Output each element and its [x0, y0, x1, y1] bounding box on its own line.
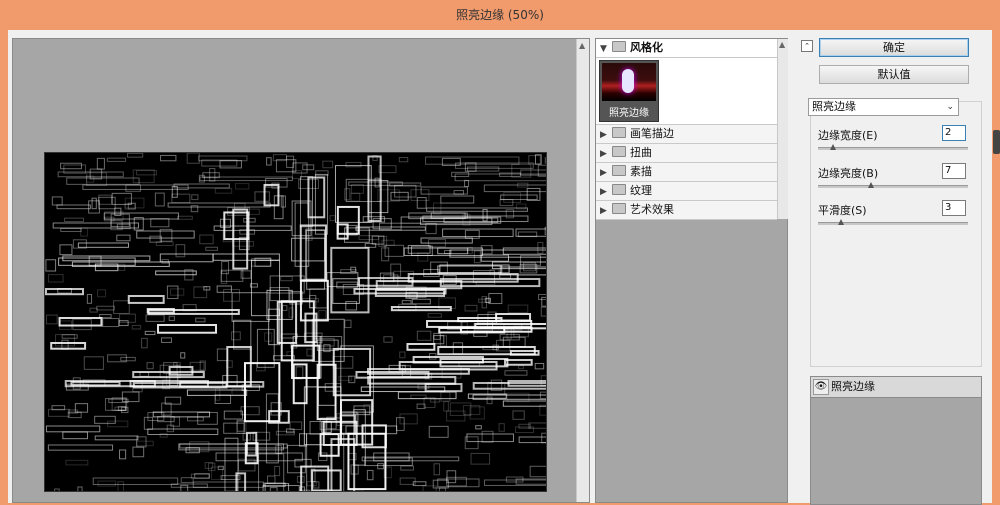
filter-gallery-dialog: ▲ ▼ 风格化 照亮边缘 ▶ 画笔描边 ▶ 扭曲 ▶ 素描 ▶ 纹理 ▶ 艺术效… [8, 30, 992, 505]
category-stylize[interactable]: ▼ 风格化 [596, 39, 777, 58]
gallery-scrollbar[interactable]: ▲ [777, 39, 788, 219]
edge-brightness-label: 边缘亮度(B) [818, 167, 879, 180]
category-texture[interactable]: ▶ 纹理 [596, 182, 777, 201]
filter-thumb-glowing-edges[interactable]: 照亮边缘 [599, 60, 659, 122]
edge-brightness-input[interactable]: 7 [942, 163, 966, 179]
scroll-up-icon[interactable]: ▲ [779, 40, 785, 49]
smoothness-input[interactable]: 3 [942, 200, 966, 216]
triangle-right-icon[interactable]: ▶ [600, 145, 610, 163]
folder-icon [612, 146, 626, 157]
window-title: 照亮边缘 (50%) [0, 0, 1000, 30]
preview-area[interactable]: ▲ [12, 38, 590, 503]
edge-width-slider-thumb[interactable] [830, 144, 836, 150]
double-chevron-up-icon[interactable]: ⌃ [801, 40, 813, 52]
category-label: 画笔描边 [630, 127, 674, 140]
triangle-right-icon[interactable]: ▶ [600, 126, 610, 144]
category-sketch[interactable]: ▶ 素描 [596, 163, 777, 182]
filter-category-tree: ▼ 风格化 照亮边缘 ▶ 画笔描边 ▶ 扭曲 ▶ 素描 ▶ 纹理 ▶ 艺术效果 [596, 39, 777, 220]
category-label: 素描 [630, 165, 652, 178]
default-button[interactable]: 默认值 [819, 65, 969, 84]
category-label: 纹理 [630, 184, 652, 197]
resize-handle[interactable] [993, 130, 1000, 154]
smoothness-label: 平滑度(S) [818, 204, 867, 217]
category-artistic[interactable]: ▶ 艺术效果 [596, 201, 777, 220]
category-label: 风格化 [630, 41, 663, 54]
triangle-right-icon[interactable]: ▶ [600, 164, 610, 182]
ok-button[interactable]: 确定 [819, 38, 969, 57]
folder-icon [612, 203, 626, 214]
filter-select-value: 照亮边缘 [812, 100, 856, 113]
filter-thumbnails: 照亮边缘 [596, 58, 777, 125]
triangle-right-icon[interactable]: ▶ [600, 202, 610, 220]
filter-select[interactable]: 照亮边缘 ⌄ [808, 98, 959, 116]
category-distort[interactable]: ▶ 扭曲 [596, 144, 777, 163]
effect-layer-row[interactable]: 👁 照亮边缘 [811, 377, 981, 398]
category-label: 艺术效果 [630, 203, 674, 216]
thumbnail-image [602, 63, 656, 101]
edge-width-input[interactable]: 2 [942, 125, 966, 141]
eye-icon[interactable]: 👁 [813, 379, 829, 395]
triangle-down-icon[interactable]: ▼ [600, 40, 610, 58]
folder-icon [612, 184, 626, 195]
edge-width-slider[interactable] [818, 144, 968, 150]
settings-panel: ⌃ 确定 默认值 照亮边缘 ⌄ 边缘宽度(E) 2 边缘亮度(B) 7 平滑度(… [798, 38, 992, 505]
thumb-label: 照亮边缘 [609, 108, 649, 119]
preview-image [44, 152, 547, 492]
illuminated-edges-preview [45, 153, 546, 491]
chevron-down-icon[interactable]: ⌄ [946, 99, 954, 115]
folder-icon [612, 165, 626, 176]
folder-icon [612, 127, 626, 138]
edge-brightness-slider[interactable] [818, 182, 968, 188]
effect-layer-name: 照亮边缘 [831, 380, 875, 393]
category-label: 扭曲 [630, 146, 652, 159]
triangle-right-icon[interactable]: ▶ [600, 183, 610, 201]
edge-width-label: 边缘宽度(E) [818, 129, 878, 142]
category-brush-strokes[interactable]: ▶ 画笔描边 [596, 125, 777, 144]
folder-icon [612, 41, 626, 52]
smoothness-slider-thumb[interactable] [837, 219, 844, 225]
preview-scrollbar[interactable]: ▲ [576, 39, 589, 502]
scroll-up-icon[interactable]: ▲ [579, 41, 585, 50]
edge-brightness-slider-thumb[interactable] [867, 182, 874, 188]
effect-layers-panel: 👁 照亮边缘 [810, 376, 982, 505]
filter-gallery-panel: ▼ 风格化 照亮边缘 ▶ 画笔描边 ▶ 扭曲 ▶ 素描 ▶ 纹理 ▶ 艺术效果 [595, 38, 788, 503]
smoothness-slider[interactable] [818, 219, 968, 225]
